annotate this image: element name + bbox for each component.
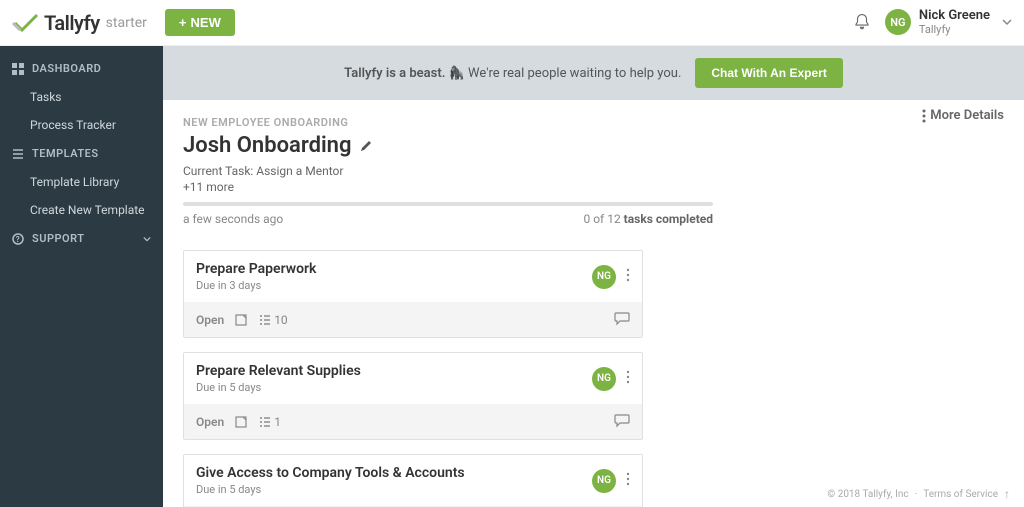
logo-check-icon [12,11,40,35]
task-count: 1 [274,415,281,429]
more-count-label: +11 more [183,180,903,194]
sidebar-item-template-library[interactable]: Template Library [0,168,163,196]
new-button[interactable]: + NEW [165,9,235,36]
task-card: Prepare Paperwork Due in 3 days NG Open … [183,250,643,338]
user-menu[interactable]: NG Nick Greene Tallyfy [885,9,1012,35]
task-open-link[interactable]: Open [196,313,224,327]
sidebar-heading-support[interactable]: ? SUPPORT [0,224,163,253]
sidebar: DASHBOARD Tasks Process Tracker TEMPLATE… [0,46,163,507]
checklist-icon[interactable]: 1 [258,415,281,429]
task-open-link[interactable]: Open [196,415,224,429]
footer: © 2018 Tallyfy, Inc · Terms of Service ↑ [827,487,1010,501]
tos-link[interactable]: Terms of Service [923,489,998,500]
current-task-label: Current Task: Assign a Mentor [183,164,903,178]
timestamp-label: a few seconds ago [183,212,283,226]
sidebar-item-process-tracker[interactable]: Process Tracker [0,111,163,139]
avatar: NG [592,367,616,391]
logo[interactable]: Tallyfy starter [12,11,147,35]
edit-icon[interactable] [359,139,373,153]
note-icon[interactable] [234,313,248,327]
task-title: Prepare Relevant Supplies [196,363,592,379]
sidebar-item-tasks[interactable]: Tasks [0,83,163,111]
task-card: Give Access to Company Tools & Accounts … [183,454,643,507]
scroll-top-icon[interactable]: ↑ [1004,487,1010,501]
task-title: Prepare Paperwork [196,261,592,277]
help-banner: Tallyfy is a beast. 🦍 We're real people … [163,46,1024,100]
avatar: NG [592,265,616,289]
breadcrumb: NEW EMPLOYEE ONBOARDING [183,116,903,129]
more-vertical-icon [922,109,926,123]
sidebar-item-create-template[interactable]: Create New Template [0,196,163,224]
support-icon: ? [12,233,24,245]
beast-icon: 🦍 [449,66,465,81]
progress-bar [183,202,713,206]
avatar: NG [885,9,911,35]
checklist-icon[interactable]: 10 [258,313,288,327]
task-due: Due in 5 days [196,381,592,394]
task-card: Prepare Relevant Supplies Due in 5 days … [183,352,643,440]
comment-icon[interactable] [614,310,630,329]
sidebar-heading-dashboard[interactable]: DASHBOARD [0,54,163,83]
user-name: Nick Greene [919,9,990,23]
chevron-down-icon [1002,17,1012,27]
chat-expert-button[interactable]: Chat With An Expert [695,58,842,88]
task-due: Due in 3 days [196,279,592,292]
page-title: Josh Onboarding [183,133,351,158]
task-count: 10 [274,313,288,327]
sidebar-heading-templates[interactable]: TEMPLATES [0,139,163,168]
task-title: Give Access to Company Tools & Accounts [196,465,592,481]
dashboard-icon [12,63,24,75]
avatar: NG [592,469,616,493]
more-details-button[interactable]: More Details [922,108,1004,123]
note-icon[interactable] [234,415,248,429]
chevron-down-icon [143,235,151,243]
comment-icon[interactable] [614,412,630,431]
task-more-icon[interactable] [626,267,630,286]
plus-icon: + [179,15,187,30]
task-more-icon[interactable] [626,369,630,388]
user-org: Tallyfy [919,24,990,36]
completed-label: 0 of 12 tasks completed [583,212,713,226]
svg-text:?: ? [16,235,20,244]
templates-icon [12,148,24,160]
task-more-icon[interactable] [626,471,630,490]
notifications-icon[interactable] [853,13,871,31]
task-due: Due in 5 days [196,483,592,496]
